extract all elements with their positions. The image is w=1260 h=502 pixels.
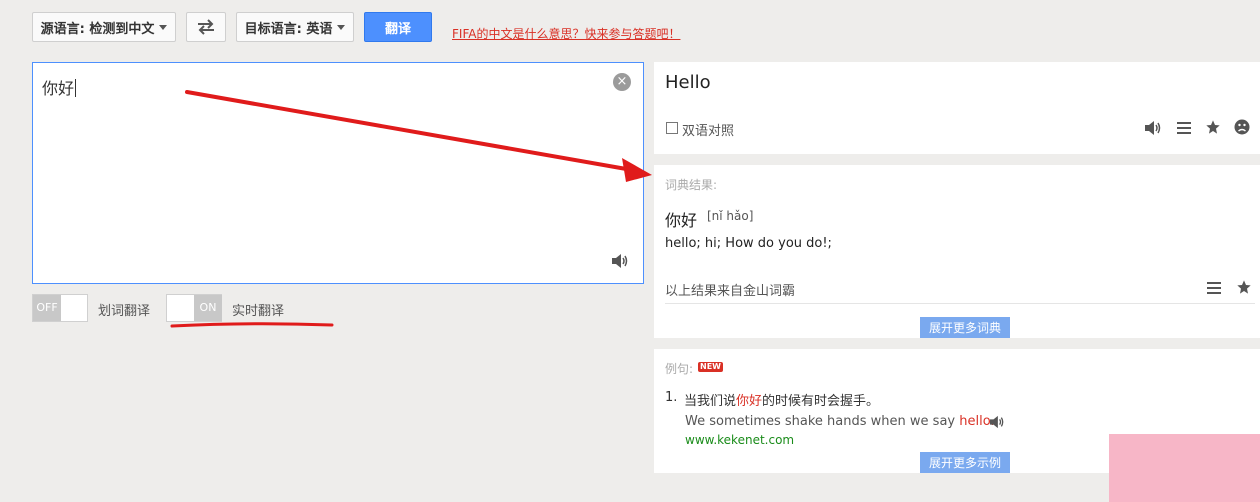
- more-dictionaries-button[interactable]: 展开更多词典: [920, 317, 1010, 338]
- bilingual-label: 双语对照: [682, 124, 735, 139]
- list-icon[interactable]: [1206, 281, 1222, 295]
- result-panel: Hello 双语对照: [654, 62, 1260, 154]
- star-icon[interactable]: [1236, 279, 1252, 295]
- swap-icon: [198, 19, 214, 35]
- chevron-down-icon: [337, 24, 346, 30]
- swap-languages-button[interactable]: [186, 12, 226, 42]
- word-select-label: 划词翻译: [98, 304, 151, 319]
- toggle-state: ON: [194, 295, 222, 321]
- example-chinese: 当我们说你好的时候有时会握手。: [684, 394, 880, 409]
- sad-face-icon[interactable]: [1234, 119, 1250, 135]
- dictionary-panel: 词典结果: 你好 [nǐ hǎo] hello; hi; How do you …: [654, 165, 1260, 338]
- word-select-toggle[interactable]: OFF: [32, 294, 88, 322]
- new-badge: NEW: [698, 362, 723, 372]
- close-icon[interactable]: ×: [613, 73, 631, 91]
- dictionary-pinyin: [nǐ hǎo]: [707, 209, 754, 223]
- list-icon[interactable]: [1176, 121, 1192, 135]
- toggle-state: OFF: [33, 295, 61, 321]
- source-language-label: 源语言: 检测到中文: [40, 21, 155, 37]
- speaker-icon[interactable]: [1144, 120, 1162, 136]
- translate-button[interactable]: 翻译: [364, 12, 432, 42]
- text-cursor: [75, 79, 77, 97]
- source-text[interactable]: 你好: [42, 75, 77, 99]
- example-number: 1.: [665, 390, 678, 405]
- realtime-toggle[interactable]: ON: [166, 294, 222, 322]
- dictionary-source-note: 以上结果来自金山词霸: [665, 284, 796, 299]
- bilingual-checkbox[interactable]: [666, 122, 678, 134]
- example-highlight: 你好: [736, 394, 763, 409]
- speaker-icon[interactable]: [989, 415, 1005, 429]
- target-language-dropdown[interactable]: 目标语言: 英语: [236, 12, 354, 42]
- star-icon[interactable]: [1205, 119, 1221, 135]
- more-examples-button[interactable]: 展开更多示例: [920, 452, 1010, 473]
- pink-overlay-block: [1109, 434, 1260, 502]
- result-text: Hello: [665, 72, 711, 93]
- promo-link[interactable]: FIFA的中文是什么意思？快来参与答题吧！: [452, 25, 680, 42]
- example-english: We sometimes shake hands when we say hel…: [685, 414, 995, 429]
- examples-header: 例句:: [665, 362, 694, 376]
- divider: [665, 303, 1255, 304]
- realtime-label: 实时翻译: [232, 304, 285, 319]
- dictionary-definition: hello; hi; How do you do!;: [665, 236, 832, 251]
- speaker-icon[interactable]: [611, 253, 629, 269]
- dictionary-header: 词典结果:: [665, 178, 718, 192]
- dictionary-word: 你好: [665, 211, 698, 230]
- source-language-dropdown[interactable]: 源语言: 检测到中文: [32, 12, 176, 42]
- source-text-area[interactable]: 你好 ×: [32, 62, 644, 284]
- chevron-down-icon: [159, 24, 168, 30]
- target-language-label: 目标语言: 英语: [244, 21, 333, 37]
- example-source-link[interactable]: www.kekenet.com: [685, 433, 794, 447]
